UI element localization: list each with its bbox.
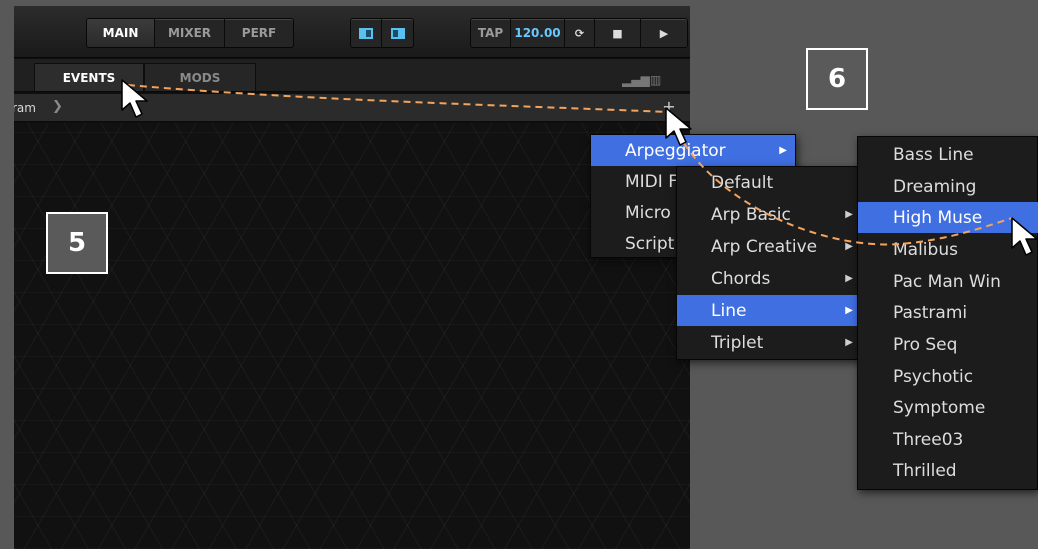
submenu-arrow-icon: ▶ bbox=[845, 337, 853, 348]
tab-mixer[interactable]: MIXER bbox=[155, 19, 225, 47]
submenu-arrow-icon: ▶ bbox=[845, 305, 853, 316]
arpeggiator-submenu: Default Arp Basic ▶ Arp Creative ▶ Chord… bbox=[676, 166, 862, 360]
menu-item-label: Triplet bbox=[711, 332, 764, 353]
menu-item-pac-man-win[interactable]: Pac Man Win bbox=[858, 266, 1038, 297]
plus-icon[interactable]: + bbox=[660, 98, 678, 116]
tutorial-screenshot: MAIN MIXER PERF TAP 120.00 ⟳ ■ ▶ EVENTS … bbox=[0, 0, 1038, 549]
stop-button[interactable]: ■ bbox=[595, 19, 641, 47]
menu-item-arp-basic[interactable]: Arp Basic ▶ bbox=[677, 199, 861, 230]
tab-perf[interactable]: PERF bbox=[225, 19, 293, 47]
play-icon: ▶ bbox=[659, 26, 669, 40]
menu-item-malibus[interactable]: Malibus bbox=[858, 234, 1038, 265]
menu-item-line[interactable]: Line ▶ bbox=[677, 295, 861, 326]
menu-item-label: Arp Creative bbox=[711, 236, 818, 257]
view-switcher: MAIN MIXER PERF bbox=[86, 18, 294, 48]
tap-button[interactable]: TAP bbox=[471, 19, 511, 47]
panel-left-icon bbox=[359, 27, 373, 39]
menu-item-three03[interactable]: Three03 bbox=[858, 424, 1038, 455]
menu-item-pastrami[interactable]: Pastrami bbox=[858, 297, 1038, 328]
layout-right-button[interactable] bbox=[382, 19, 413, 47]
transport: TAP 120.00 ⟳ ■ ▶ bbox=[470, 18, 688, 48]
submenu-arrow-icon: ▶ bbox=[779, 145, 787, 156]
tab-main[interactable]: MAIN bbox=[87, 19, 155, 47]
events-area bbox=[14, 123, 690, 549]
submenu-arrow-icon: ▶ bbox=[845, 273, 853, 284]
menu-item-triplet[interactable]: Triplet ▶ bbox=[677, 327, 861, 358]
menu-item-label: Arpeggiator bbox=[625, 140, 726, 161]
sync-button[interactable]: ⟳ bbox=[565, 19, 595, 47]
module-tabbar: EVENTS MODS ▂▄▆ ▥ bbox=[14, 59, 690, 92]
menu-item-arpeggiator[interactable]: Arpeggiator ▶ bbox=[591, 135, 795, 166]
layout-toggle bbox=[350, 18, 414, 48]
breadcrumb: ram ❯ + bbox=[14, 94, 690, 122]
chevron-right-icon: ❯ bbox=[52, 99, 63, 114]
menu-item-label: MIDI F bbox=[625, 171, 678, 192]
menu-item-pro-seq[interactable]: Pro Seq bbox=[858, 329, 1038, 360]
menu-item-default[interactable]: Default bbox=[677, 167, 861, 198]
breadcrumb-item[interactable]: ram bbox=[14, 101, 36, 115]
menu-item-dreaming[interactable]: Dreaming bbox=[858, 171, 1038, 202]
menu-item-label: Arp Basic bbox=[711, 204, 791, 225]
menu-item-psychotic[interactable]: Psychotic bbox=[858, 361, 1038, 392]
menu-item-label: Script bbox=[625, 233, 675, 254]
step-badge-5: 5 bbox=[46, 212, 108, 274]
menu-item-symptome[interactable]: Symptome bbox=[858, 392, 1038, 423]
menu-item-label: Line bbox=[711, 300, 747, 321]
menu-item-high-muse[interactable]: High Muse bbox=[858, 202, 1038, 233]
menu-item-chords[interactable]: Chords ▶ bbox=[677, 263, 861, 294]
submenu-arrow-icon: ▶ bbox=[845, 209, 853, 220]
tab-events[interactable]: EVENTS bbox=[34, 63, 144, 91]
layout-left-button[interactable] bbox=[351, 19, 383, 47]
step-badge-6: 6 bbox=[806, 48, 868, 110]
menu-item-arp-creative[interactable]: Arp Creative ▶ bbox=[677, 231, 861, 262]
menu-item-label: Chords bbox=[711, 268, 771, 289]
menu-item-bass-line[interactable]: Bass Line bbox=[858, 139, 1038, 170]
menu-item-label: Default bbox=[711, 172, 774, 193]
bars-icon[interactable]: ▂▄▆ bbox=[622, 73, 650, 87]
play-button[interactable]: ▶ bbox=[641, 19, 687, 47]
menu-item-thrilled[interactable]: Thrilled bbox=[858, 455, 1038, 486]
keyboard-icon[interactable]: ▥ bbox=[650, 73, 661, 87]
line-submenu: Bass Line Dreaming High Muse Malibus Pac… bbox=[857, 136, 1038, 490]
stop-icon: ■ bbox=[612, 26, 623, 40]
sync-icon: ⟳ bbox=[574, 26, 585, 40]
app-window: MAIN MIXER PERF TAP 120.00 ⟳ ■ ▶ EVENTS … bbox=[14, 6, 690, 549]
panel-right-icon bbox=[390, 27, 405, 39]
menu-item-label: Micro bbox=[625, 202, 671, 223]
tab-mods[interactable]: MODS bbox=[144, 63, 256, 91]
tempo-field[interactable]: 120.00 bbox=[511, 19, 565, 47]
top-toolbar: MAIN MIXER PERF TAP 120.00 ⟳ ■ ▶ bbox=[14, 6, 690, 58]
submenu-arrow-icon: ▶ bbox=[845, 241, 853, 252]
